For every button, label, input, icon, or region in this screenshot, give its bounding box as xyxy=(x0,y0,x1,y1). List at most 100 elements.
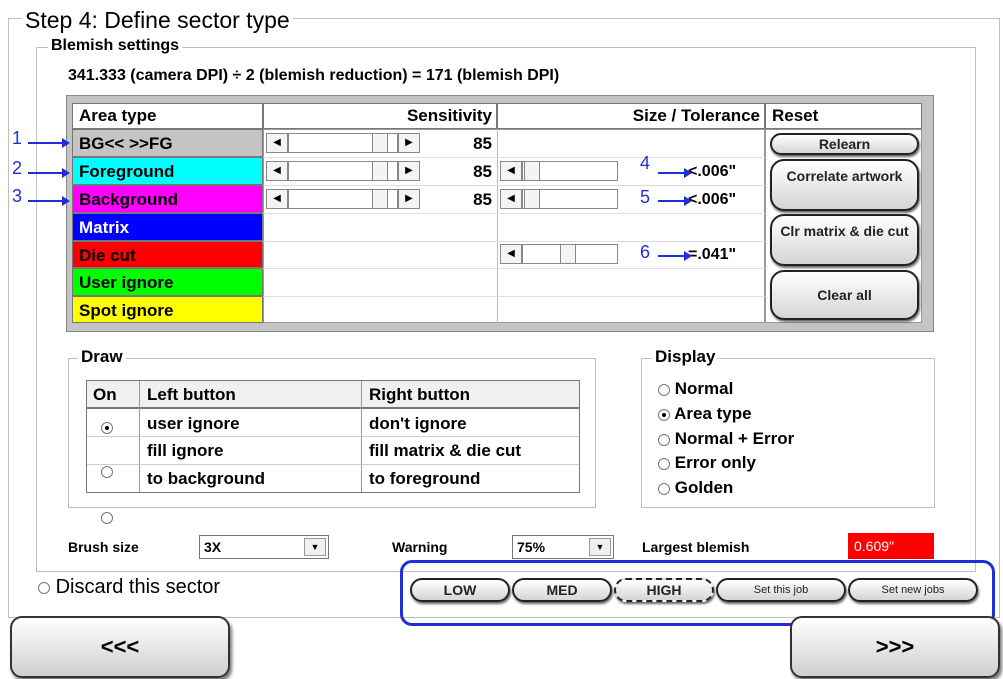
area-row-foreground[interactable]: Foreground xyxy=(72,157,263,185)
area-label: Die cut xyxy=(79,246,136,265)
brush-size-select[interactable]: 3X ▼ xyxy=(199,535,329,559)
brush-size-label: Brush size xyxy=(68,539,139,555)
column-divider xyxy=(497,129,498,323)
draw-radio[interactable] xyxy=(101,465,113,478)
callout-arrow-icon xyxy=(28,138,70,148)
display-option-golden[interactable]: Golden xyxy=(658,478,733,498)
callout-arrow-icon xyxy=(658,251,692,261)
area-row-bg-fg[interactable]: BG<< >>FG xyxy=(72,129,263,157)
draw-right-label: to foreground xyxy=(369,469,481,488)
area-row-background[interactable]: Background xyxy=(72,185,263,213)
discard-sector-label: Discard this sector xyxy=(55,576,221,598)
area-label: Background xyxy=(79,190,179,209)
dpi-formula: 341.333 (camera DPI) ÷ 2 (blemish reduct… xyxy=(68,67,559,85)
clear-all-button[interactable]: Clear all xyxy=(770,270,919,320)
area-label: Foreground xyxy=(79,162,175,181)
area-label: User ignore xyxy=(79,273,174,292)
draw-right-label: fill matrix & die cut xyxy=(369,441,522,460)
clr-matrix-die-cut-button[interactable]: Clr matrix & die cut xyxy=(770,214,919,266)
chevron-down-icon[interactable]: ▼ xyxy=(304,538,326,556)
formula-suffix: (blemish DPI) xyxy=(452,67,560,84)
scroll-left-icon[interactable]: ◀ xyxy=(500,161,522,181)
radio-icon[interactable] xyxy=(38,581,50,594)
header-reset: Reset xyxy=(765,103,922,129)
radio-icon[interactable] xyxy=(658,433,670,446)
callout-arrow-icon xyxy=(658,168,692,178)
scroll-right-icon[interactable]: ▶ xyxy=(398,133,420,153)
radio-icon[interactable] xyxy=(658,482,670,495)
camera-dpi-value: 341.333 xyxy=(68,67,126,84)
step-title: Step 4: Define sector type xyxy=(22,6,293,34)
draw-right-label: don't ignore xyxy=(369,414,467,433)
radio-icon[interactable] xyxy=(658,383,670,396)
scroll-thumb[interactable] xyxy=(524,161,540,181)
set-this-job-button[interactable]: Set this job xyxy=(716,578,846,602)
relearn-button[interactable]: Relearn xyxy=(770,133,919,155)
row-divider xyxy=(263,213,765,214)
scroll-thumb[interactable] xyxy=(372,161,388,181)
draw-radio[interactable] xyxy=(101,511,113,524)
scroll-thumb[interactable] xyxy=(372,133,388,153)
draw-table: On Left button Right button user ignore … xyxy=(86,380,580,524)
brush-size-value: 3X xyxy=(204,539,222,555)
set-new-jobs-button[interactable]: Set new jobs xyxy=(848,578,978,602)
scroll-left-icon[interactable]: ◀ xyxy=(266,133,288,153)
display-option-area-type[interactable]: Area type xyxy=(658,404,752,424)
area-row-spot-ignore[interactable]: Spot ignore xyxy=(72,296,263,323)
tolerance-foreground: <.006" xyxy=(688,163,737,180)
callout-arrow-icon xyxy=(28,196,70,206)
draw-header-on: On xyxy=(93,385,117,404)
scroll-left-icon[interactable]: ◀ xyxy=(500,189,522,209)
scroll-thumb[interactable] xyxy=(560,244,576,264)
largest-blemish-label: Largest blemish xyxy=(642,539,750,555)
display-option-label: Area type xyxy=(674,404,752,423)
draw-header-left: Left button xyxy=(147,385,236,404)
area-row-die-cut[interactable]: Die cut xyxy=(72,241,263,268)
chevron-down-icon[interactable]: ▼ xyxy=(589,538,611,556)
blemish-settings-title: Blemish settings xyxy=(48,37,183,55)
display-option-normal[interactable]: Normal xyxy=(658,379,733,399)
area-label: BG<< >>FG xyxy=(79,134,173,153)
scroll-right-icon[interactable]: ▶ xyxy=(398,161,420,181)
scroll-thumb[interactable] xyxy=(372,189,388,209)
scroll-left-icon[interactable]: ◀ xyxy=(266,189,288,209)
correlate-artwork-button[interactable]: Correlate artwork xyxy=(770,159,919,211)
discard-sector-option[interactable]: Discard this sector xyxy=(38,576,220,599)
med-button[interactable]: MED xyxy=(512,578,612,602)
scroll-left-icon[interactable]: ◀ xyxy=(266,161,288,181)
callout-4: 4 xyxy=(640,153,651,173)
header-size-tolerance: Size / Tolerance xyxy=(497,103,765,129)
area-label: Matrix xyxy=(79,218,130,237)
sensitivity-value: 85 xyxy=(473,162,492,181)
radio-icon[interactable] xyxy=(658,457,670,470)
callout-arrow-icon xyxy=(658,196,692,206)
row-divider xyxy=(87,464,579,465)
display-option-normal-error[interactable]: Normal + Error xyxy=(658,429,794,449)
draw-title: Draw xyxy=(78,347,126,367)
display-option-error-only[interactable]: Error only xyxy=(658,453,756,473)
header-area-type: Area type xyxy=(72,103,263,129)
row-divider xyxy=(263,296,765,297)
draw-radio[interactable] xyxy=(101,421,113,434)
callout-arrow-icon xyxy=(28,168,70,178)
row-divider xyxy=(263,268,765,269)
scroll-right-icon[interactable]: ▶ xyxy=(398,189,420,209)
display-option-label: Normal xyxy=(674,379,734,398)
radio-icon[interactable] xyxy=(658,408,670,421)
warning-select[interactable]: 75% ▼ xyxy=(512,535,614,559)
high-button[interactable]: HIGH xyxy=(614,578,714,602)
draw-left-label: fill ignore xyxy=(147,441,224,460)
row-divider xyxy=(87,436,579,437)
back-button[interactable]: <<< xyxy=(10,616,230,678)
scroll-thumb[interactable] xyxy=(524,189,540,209)
sensitivity-value: 85 xyxy=(473,134,492,153)
area-row-matrix[interactable]: Matrix xyxy=(72,213,263,241)
largest-blemish-value: 0.609" xyxy=(848,533,934,559)
warning-label: Warning xyxy=(392,539,448,555)
area-row-user-ignore[interactable]: User ignore xyxy=(72,268,263,296)
tolerance-die-cut: =.041" xyxy=(688,246,737,263)
display-option-label: Golden xyxy=(674,478,734,497)
scroll-left-icon[interactable]: ◀ xyxy=(500,244,522,264)
next-button[interactable]: >>> xyxy=(790,616,1000,678)
low-button[interactable]: LOW xyxy=(410,578,510,602)
